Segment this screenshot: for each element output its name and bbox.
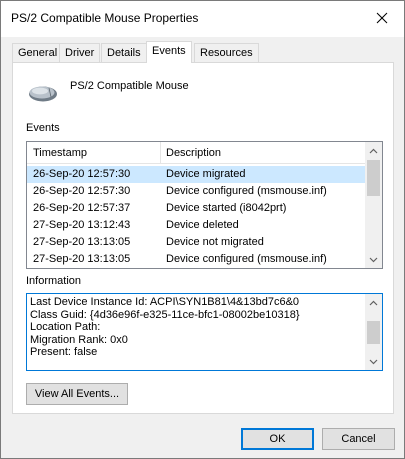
scroll-up-arrow[interactable] <box>365 294 382 311</box>
scroll-thumb[interactable] <box>367 321 380 344</box>
info-line: Last Device Instance Id: ACPI\SYN1B81\4&… <box>30 296 300 308</box>
description-cell: Device migrated <box>166 168 246 180</box>
info-line: Location Path: <box>30 321 101 334</box>
description-cell: Device not migrated <box>166 236 264 248</box>
window-title: PS/2 Compatible Mouse Properties <box>11 11 199 25</box>
table-row[interactable]: 26-Sep-20 12:57:30 Device migrated <box>27 166 367 183</box>
chevron-up-icon <box>369 148 378 153</box>
information-textbox[interactable]: Last Device Instance Id: ACPI\SYN1B81\4&… <box>26 293 383 371</box>
information-scrollbar[interactable] <box>365 294 382 370</box>
info-line: Migration Rank: 0x0 <box>30 333 128 346</box>
tab-details[interactable]: Details <box>101 43 147 62</box>
close-icon <box>376 12 388 24</box>
ok-button[interactable]: OK <box>241 428 314 450</box>
column-header-description[interactable]: Description <box>160 142 221 164</box>
timestamp-cell: 27-Sep-20 13:12:43 <box>33 219 131 231</box>
table-row[interactable]: 27-Sep-20 13:13:05 Device configured (ms… <box>27 251 367 268</box>
device-name: PS/2 Compatible Mouse <box>70 80 189 92</box>
events-rows: 26-Sep-20 12:57:30 Device migrated 26-Se… <box>27 166 367 268</box>
events-label: Events <box>26 122 60 134</box>
description-cell: Device configured (msmouse.inf) <box>166 253 327 265</box>
table-row[interactable]: 26-Sep-20 12:57:30 Device configured (ms… <box>27 183 367 200</box>
column-header-timestamp[interactable]: Timestamp <box>27 142 87 164</box>
timestamp-cell: 26-Sep-20 12:57:37 <box>33 202 131 214</box>
table-row[interactable]: 26-Sep-20 12:57:37 Device started (i8042… <box>27 200 367 217</box>
scroll-thumb[interactable] <box>367 160 380 196</box>
chevron-down-icon <box>369 359 378 364</box>
tab-general[interactable]: General <box>12 43 64 62</box>
chevron-up-icon <box>369 300 378 305</box>
title-bar[interactable]: PS/2 Compatible Mouse Properties <box>1 1 404 37</box>
timestamp-cell: 26-Sep-20 12:57:30 <box>33 168 131 180</box>
timestamp-cell: 27-Sep-20 13:13:05 <box>33 253 131 265</box>
scroll-down-arrow[interactable] <box>365 251 382 268</box>
chevron-down-icon <box>369 257 378 262</box>
events-tab-panel: PS/2 Compatible Mouse Events Timestamp D… <box>12 62 394 414</box>
scroll-up-arrow[interactable] <box>365 142 382 159</box>
description-cell: Device started (i8042prt) <box>166 202 287 214</box>
information-label: Information <box>26 275 82 287</box>
timestamp-cell: 27-Sep-20 13:13:05 <box>33 236 131 248</box>
timestamp-cell: 26-Sep-20 12:57:30 <box>33 185 131 197</box>
events-list[interactable]: Timestamp Description 26-Sep-20 12:57:30… <box>26 141 383 269</box>
info-line: Present: false <box>30 346 98 359</box>
table-row[interactable]: 27-Sep-20 13:13:05 Device not migrated <box>27 234 367 251</box>
events-scrollbar[interactable] <box>365 142 382 268</box>
events-list-header: Timestamp Description <box>27 142 367 164</box>
scroll-down-arrow[interactable] <box>365 353 382 370</box>
tab-driver[interactable]: Driver <box>59 43 101 62</box>
properties-dialog: PS/2 Compatible Mouse Properties General… <box>0 0 405 459</box>
tab-resources[interactable]: Resources <box>194 43 259 62</box>
tab-events[interactable]: Events <box>146 41 192 63</box>
description-cell: Device deleted <box>166 219 239 231</box>
mouse-icon <box>29 86 57 102</box>
view-all-events-button[interactable]: View All Events... <box>26 383 128 405</box>
information-text: Last Device Instance Id: ACPI\SYN1B81\4&… <box>30 296 364 359</box>
description-cell: Device configured (msmouse.inf) <box>166 185 327 197</box>
table-row[interactable]: 27-Sep-20 13:12:43 Device deleted <box>27 217 367 234</box>
cancel-button[interactable]: Cancel <box>322 428 395 450</box>
close-button[interactable] <box>360 1 404 35</box>
info-line: Class Guid: {4d36e96f-e325-11ce-bfc1-080… <box>30 308 300 321</box>
